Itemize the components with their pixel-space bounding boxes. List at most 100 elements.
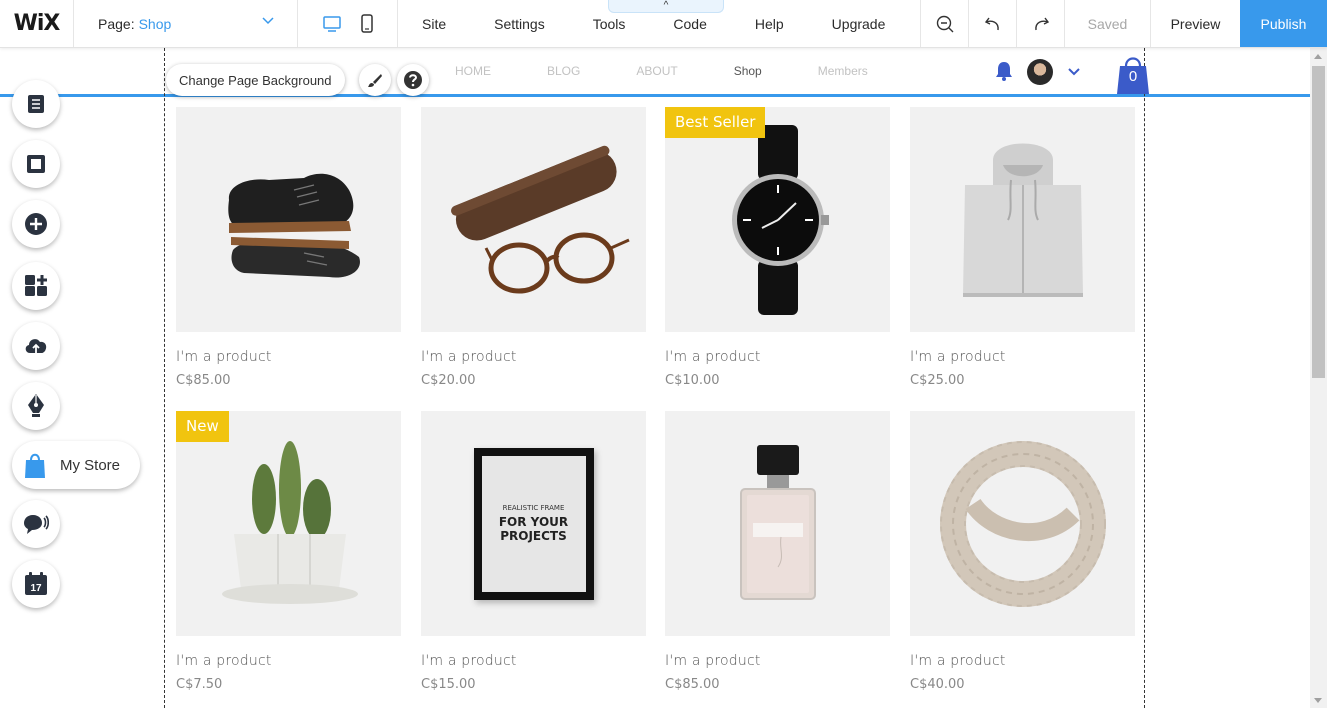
saved-status: Saved xyxy=(1064,0,1150,47)
code-panel-toggle[interactable]: ^ xyxy=(608,0,724,13)
product-name[interactable]: I'm a product xyxy=(421,653,646,669)
chat-icon xyxy=(24,515,49,534)
nav-members[interactable]: Members xyxy=(818,64,868,78)
scrollbar-thumb[interactable] xyxy=(1312,66,1325,378)
product-name[interactable]: I'm a product xyxy=(665,653,890,669)
product-card[interactable]: I'm a product C$40.00 xyxy=(910,411,1135,692)
chat-button[interactable] xyxy=(12,500,60,548)
product-name[interactable]: I'm a product xyxy=(665,349,890,365)
redo-button[interactable] xyxy=(1016,0,1064,47)
top-tools: Saved Preview Publish xyxy=(920,0,1327,47)
perfume-image xyxy=(739,444,816,600)
publish-button[interactable]: Publish xyxy=(1240,0,1327,47)
product-image[interactable] xyxy=(910,411,1135,636)
help-button[interactable] xyxy=(397,64,429,96)
product-price: C$85.00 xyxy=(176,373,231,388)
menu-settings[interactable]: Settings xyxy=(494,16,569,32)
watch-image xyxy=(731,124,829,315)
desktop-icon[interactable] xyxy=(322,14,342,34)
product-image[interactable]: REALISTIC FRAME FOR YOUR PROJECTS xyxy=(421,411,646,636)
pages-icon xyxy=(28,95,44,113)
change-page-background-button[interactable]: Change Page Background xyxy=(166,64,345,96)
product-price: C$15.00 xyxy=(421,677,476,692)
product-name[interactable]: I'm a product xyxy=(910,349,1135,365)
brush-icon xyxy=(368,74,382,87)
upload-icon xyxy=(25,339,47,353)
store-bag-icon xyxy=(25,453,45,478)
product-card[interactable]: Best Seller I'm a product C$10.00 xyxy=(665,107,890,388)
product-image[interactable] xyxy=(421,107,646,332)
frame-text-small: REALISTIC FRAME xyxy=(502,504,565,512)
menu-site[interactable]: Site xyxy=(422,16,470,32)
redo-icon xyxy=(1034,17,1049,30)
menu-help[interactable]: Help xyxy=(755,16,808,32)
product-card[interactable]: REALISTIC FRAME FOR YOUR PROJECTS I'm a … xyxy=(421,411,646,692)
mobile-icon[interactable] xyxy=(360,13,374,34)
product-ribbon: New xyxy=(176,411,229,442)
menu-code[interactable]: Code xyxy=(673,16,730,32)
background-button[interactable] xyxy=(12,140,60,188)
pages-menu-button[interactable] xyxy=(12,80,60,128)
blog-pen-icon xyxy=(28,394,44,417)
product-card[interactable]: I'm a product C$85.00 xyxy=(665,411,890,692)
glasses-image xyxy=(450,145,630,293)
product-price: C$40.00 xyxy=(910,677,965,692)
product-card[interactable]: I'm a product C$25.00 xyxy=(910,107,1135,388)
page-name: Shop xyxy=(138,15,172,32)
add-button[interactable] xyxy=(12,200,60,248)
design-button[interactable] xyxy=(359,64,391,96)
bell-icon[interactable] xyxy=(993,60,1015,82)
right-gridline xyxy=(1144,48,1145,708)
product-image[interactable] xyxy=(665,411,890,636)
product-ribbon: Best Seller xyxy=(665,107,766,138)
picture-frame: REALISTIC FRAME FOR YOUR PROJECTS xyxy=(473,447,594,600)
scroll-up-arrow[interactable] xyxy=(1314,54,1322,59)
scroll-down-arrow[interactable] xyxy=(1314,698,1322,703)
shoes-image xyxy=(227,173,360,278)
device-switch xyxy=(298,0,398,47)
frame-text-line2: PROJECTS xyxy=(500,529,567,543)
menu-upgrade[interactable]: Upgrade xyxy=(832,16,910,32)
preview-button[interactable]: Preview xyxy=(1150,0,1240,47)
wix-logo[interactable]: WiX xyxy=(0,0,74,47)
chevron-down-icon[interactable] xyxy=(1066,64,1082,80)
bookings-button[interactable]: 17 xyxy=(12,560,60,608)
calendar-day: 17 xyxy=(30,583,42,594)
undo-button[interactable] xyxy=(968,0,1016,47)
product-name[interactable]: I'm a product xyxy=(421,349,646,365)
upload-button[interactable] xyxy=(12,322,60,370)
product-price: C$7.50 xyxy=(176,677,223,692)
nav-home[interactable]: HOME xyxy=(455,64,491,78)
product-image[interactable]: Best Seller xyxy=(665,107,890,332)
zoom-out-button[interactable] xyxy=(920,0,968,47)
scrollbar[interactable] xyxy=(1310,48,1327,708)
nav-shop[interactable]: Shop xyxy=(734,64,762,78)
menu-tools[interactable]: Tools xyxy=(593,16,650,32)
page-label: Page: xyxy=(98,15,135,32)
cart-count: 0 xyxy=(1128,68,1138,85)
my-store-label: My Store xyxy=(60,456,121,474)
frame-text-line1: FOR YOUR xyxy=(498,515,569,529)
product-name[interactable]: I'm a product xyxy=(176,653,401,669)
product-name[interactable]: I'm a product xyxy=(176,349,401,365)
product-name[interactable]: I'm a product xyxy=(910,653,1135,669)
site-navigation: HOME BLOG ABOUT Shop Members xyxy=(455,64,924,78)
avatar[interactable] xyxy=(1027,59,1053,85)
page-selector[interactable]: Page: Shop xyxy=(74,0,298,47)
product-price: C$20.00 xyxy=(421,373,476,388)
blog-button[interactable] xyxy=(12,382,60,430)
product-card[interactable]: New I'm a product C$7.50 xyxy=(176,411,401,692)
product-image[interactable] xyxy=(910,107,1135,332)
nav-blog[interactable]: BLOG xyxy=(547,64,580,78)
apps-button[interactable] xyxy=(12,262,60,310)
product-card[interactable]: I'm a product C$85.00 xyxy=(176,107,401,388)
calendar-icon: 17 xyxy=(25,572,47,595)
my-store-button[interactable]: My Store xyxy=(12,441,140,489)
hoodie-image xyxy=(962,143,1083,297)
nav-about[interactable]: ABOUT xyxy=(636,64,677,78)
product-price: C$10.00 xyxy=(665,373,720,388)
product-card[interactable]: I'm a product C$20.00 xyxy=(421,107,646,388)
zoom-out-icon xyxy=(936,15,953,32)
product-image[interactable] xyxy=(176,107,401,332)
product-image[interactable]: New xyxy=(176,411,401,636)
